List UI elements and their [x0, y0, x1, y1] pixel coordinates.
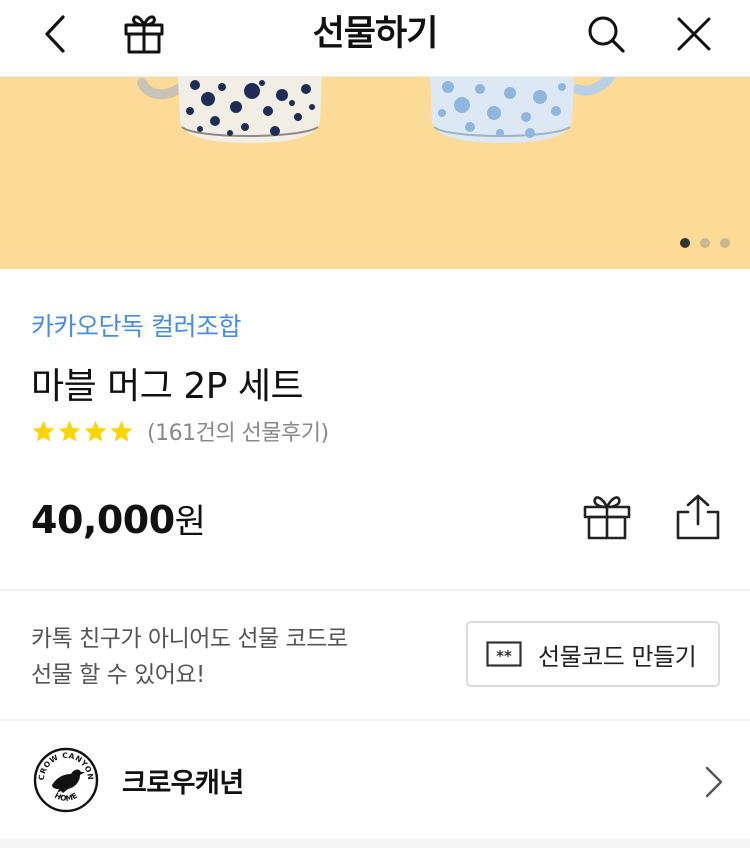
section-divider	[0, 589, 750, 591]
page-title: 선물하기	[312, 14, 439, 54]
brand-logo: CROW CANYON HOME	[33, 747, 99, 813]
carousel-dot[interactable]	[680, 238, 690, 248]
gift-icon	[124, 15, 164, 54]
search-button[interactable]	[578, 10, 634, 58]
star-icon	[32, 420, 55, 441]
close-button[interactable]	[666, 10, 722, 58]
gift-code-text-line: 카톡 친구가 아니어도 선물 코드로	[31, 626, 348, 652]
gift-icon	[583, 496, 631, 540]
product-image	[137, 77, 615, 143]
gift-code-text-line: 선물 할 수 있어요!	[31, 662, 205, 688]
gift-action-button[interactable]	[582, 493, 632, 541]
svg-text:**: **	[496, 647, 512, 665]
carousel-dot[interactable]	[700, 238, 710, 248]
coupon-code-icon: **	[486, 641, 522, 667]
section-spacer	[0, 838, 750, 848]
product-name: 마블 머그 2P 세트	[31, 366, 304, 407]
review-count[interactable]: (161건의 선물후기)	[147, 415, 329, 447]
star-icon	[84, 420, 107, 441]
star-rating	[31, 419, 134, 444]
chevron-right-icon	[705, 766, 723, 798]
create-gift-code-button[interactable]: ** 선물코드 만들기	[466, 621, 720, 687]
gift-home-button[interactable]	[116, 10, 172, 58]
close-icon	[677, 17, 711, 51]
product-page: 선물하기 카카오단독 컬러조합 마블 머그 2P 세트 (161건의 선물후기)…	[0, 0, 750, 848]
search-icon	[588, 16, 625, 53]
product-price: 40,000원	[31, 494, 206, 543]
create-gift-code-label: 선물코드 만들기	[538, 642, 697, 671]
product-rating[interactable]: (161건의 선물후기)	[31, 415, 329, 447]
chevron-left-icon	[45, 15, 65, 53]
gift-code-description: 카톡 친구가 아니어도 선물 코드로 선물 할 수 있어요!	[31, 621, 411, 693]
carousel-dot[interactable]	[720, 238, 730, 248]
seller-name: 크로우캐년	[122, 768, 244, 799]
top-nav-bar: 선물하기	[0, 0, 750, 77]
share-button[interactable]	[674, 492, 722, 542]
share-icon	[676, 494, 720, 540]
product-brand-link[interactable]: 카카오단독 컬러조합	[31, 307, 241, 343]
seller-row[interactable]: CROW CANYON HOME 크로우캐년	[0, 721, 750, 839]
star-icon	[110, 420, 133, 441]
back-button[interactable]	[28, 10, 84, 58]
star-icon	[58, 420, 81, 441]
product-image-carousel[interactable]	[0, 77, 750, 269]
price-currency: 원	[174, 502, 206, 542]
carousel-indicator	[680, 238, 730, 248]
price-amount: 40,000	[31, 498, 175, 542]
